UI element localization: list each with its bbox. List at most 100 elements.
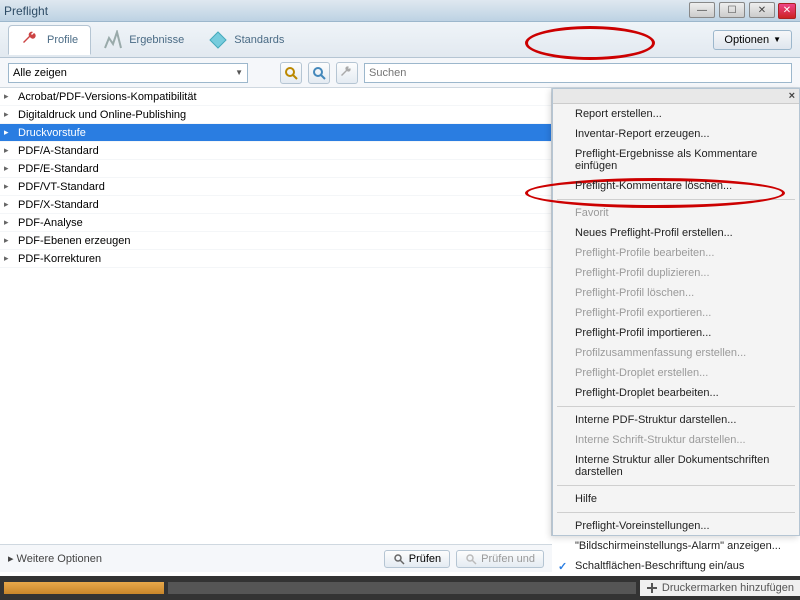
titlebar: Preflight ✕ bbox=[0, 0, 800, 22]
close-icon[interactable]: ✕ bbox=[778, 3, 796, 19]
options-menu: × Report erstellen... Inventar-Report erz… bbox=[552, 88, 800, 536]
menu-item-label: Preflight-Profil exportieren... bbox=[575, 307, 711, 319]
check-button[interactable]: Prüfen bbox=[384, 550, 450, 568]
menu-item[interactable]: Preflight-Droplet bearbeiten... bbox=[553, 383, 799, 403]
tree-row[interactable]: ▸ Acrobat/PDF-Versions-Kompatibilität bbox=[0, 88, 551, 106]
menu-item-label: Inventar-Report erzeugen... bbox=[575, 128, 710, 140]
menu-item-label: Favorit bbox=[575, 207, 609, 219]
menu-item[interactable]: Neues Preflight-Profil erstellen... bbox=[553, 223, 799, 243]
menu-item: Favorit bbox=[553, 203, 799, 223]
menu-item[interactable]: Preflight-Kommentare löschen... bbox=[553, 176, 799, 196]
menu-item-label: Interne Schrift-Struktur darstellen... bbox=[575, 434, 746, 446]
tree-row-label: PDF/VT-Standard bbox=[18, 181, 105, 193]
tree-row[interactable]: ▸ PDF/VT-Standard bbox=[0, 178, 551, 196]
menu-item[interactable]: Hilfe bbox=[553, 489, 799, 509]
tree-row-label: PDF-Ebenen erzeugen bbox=[18, 235, 131, 247]
results-icon bbox=[103, 30, 123, 50]
tree-row[interactable]: ▸ PDF/E-Standard bbox=[0, 160, 551, 178]
status-segment bbox=[4, 582, 164, 594]
menu-item-label: Hilfe bbox=[575, 493, 597, 505]
menu-item: Preflight-Profil exportieren... bbox=[553, 303, 799, 323]
tab-profile[interactable]: Profile bbox=[8, 25, 91, 55]
menu-item-label: Interne PDF-Struktur darstellen... bbox=[575, 414, 736, 426]
more-options-toggle[interactable]: ▸ Weitere Optionen bbox=[8, 552, 102, 565]
minimize-icon: — bbox=[689, 2, 715, 18]
filter-combo[interactable]: Alle zeigen ▼ bbox=[8, 63, 248, 83]
menu-item[interactable]: Preflight-Voreinstellungen... bbox=[553, 516, 799, 536]
menu-item-label: Report erstellen... bbox=[575, 108, 662, 120]
settings-button[interactable] bbox=[336, 62, 358, 84]
find2-button[interactable] bbox=[308, 62, 330, 84]
search-icon bbox=[393, 553, 405, 565]
chevron-right-icon: ▸ bbox=[4, 91, 14, 102]
menu-item-label: Preflight-Droplet erstellen... bbox=[575, 367, 708, 379]
chevron-right-icon: ▸ bbox=[4, 127, 14, 138]
menu-item[interactable]: Interne Struktur aller Dokumentschriften… bbox=[553, 450, 799, 482]
more-options-label: Weitere Optionen bbox=[17, 553, 102, 565]
tree-row[interactable]: ▸ PDF/A-Standard bbox=[0, 142, 551, 160]
search-input[interactable] bbox=[364, 63, 792, 83]
search-wrench-icon bbox=[465, 553, 477, 565]
tree-row[interactable]: ▸PDF/X-Standard bbox=[0, 196, 551, 214]
menu-item: Preflight-Droplet erstellen... bbox=[553, 363, 799, 383]
check-icon: ✓ bbox=[558, 560, 567, 573]
menu-item: Preflight-Profil löschen... bbox=[553, 283, 799, 303]
menu-item: Profilzusammenfassung erstellen... bbox=[553, 343, 799, 363]
menu-close-icon[interactable]: × bbox=[553, 89, 799, 104]
menu-item-label: Preflight-Droplet bearbeiten... bbox=[575, 387, 719, 399]
options-label: Optionen bbox=[724, 34, 769, 46]
menu-item-label: Preflight-Profil löschen... bbox=[575, 287, 694, 299]
tree-row[interactable]: ▸PDF-Analyse bbox=[0, 214, 551, 232]
tree-row-label: PDF/X-Standard bbox=[18, 199, 99, 211]
chevron-down-icon: ▼ bbox=[773, 35, 781, 44]
tree-row-label: PDF-Korrekturen bbox=[18, 253, 101, 265]
menu-item[interactable]: Preflight-Profil importieren... bbox=[553, 323, 799, 343]
tab-standards-label: Standards bbox=[234, 34, 284, 46]
menu-item[interactable]: "Bildschirmeinstellungs-Alarm" anzeigen.… bbox=[553, 536, 799, 556]
filter-value: Alle zeigen bbox=[13, 67, 67, 79]
tree-row-label: PDF/A-Standard bbox=[18, 145, 99, 157]
tree-row[interactable]: ▸ PDF-Ebenen erzeugen bbox=[0, 232, 551, 250]
chevron-right-icon: ▸ bbox=[4, 235, 14, 246]
check-fix-button[interactable]: Prüfen und bbox=[456, 550, 544, 568]
tree-row[interactable]: ▸Digitaldruck und Online-Publishing bbox=[0, 106, 551, 124]
maximize-icon: ☐ bbox=[719, 2, 745, 18]
tab-profile-label: Profile bbox=[47, 34, 78, 46]
tree-row-label: Druckvorstufe bbox=[18, 127, 86, 139]
check-label: Prüfen bbox=[409, 553, 441, 565]
toolbar: Alle zeigen ▼ bbox=[0, 58, 800, 88]
menu-item[interactable]: ✓Schaltflächen-Beschriftung ein/aus bbox=[553, 556, 799, 576]
menu-item[interactable]: Interne PDF-Struktur darstellen... bbox=[553, 410, 799, 430]
menu-item-label: Preflight-Profil duplizieren... bbox=[575, 267, 710, 279]
options-button[interactable]: Optionen ▼ bbox=[713, 30, 792, 50]
chevron-right-icon: ▸ bbox=[4, 163, 14, 174]
menu-item[interactable]: Report erstellen... bbox=[553, 104, 799, 124]
tree-row[interactable]: ▸PDF-Korrekturen bbox=[0, 250, 551, 268]
chevron-down-icon: ▼ bbox=[235, 68, 243, 77]
chevron-right-icon: ▸ bbox=[4, 145, 14, 156]
tree-row[interactable]: ▸ Druckvorstufe bbox=[0, 124, 551, 142]
printer-marks-button[interactable]: Druckermarken hinzufügen bbox=[640, 580, 800, 596]
tab-standards[interactable]: Standards bbox=[196, 26, 296, 54]
menu-item-label: Preflight-Ergebnisse als Kommentare einf… bbox=[575, 148, 757, 172]
menu-item[interactable]: Inventar-Report erzeugen... bbox=[553, 124, 799, 144]
menu-item[interactable]: Preflight-Ergebnisse als Kommentare einf… bbox=[553, 144, 799, 176]
tab-results[interactable]: Ergebnisse bbox=[91, 26, 196, 54]
tree-row-label: Acrobat/PDF-Versions-Kompatibilität bbox=[18, 91, 197, 103]
window-title: Preflight bbox=[4, 4, 48, 18]
menu-item-label: Profilzusammenfassung erstellen... bbox=[575, 347, 746, 359]
status-segment bbox=[168, 582, 636, 594]
tree-row-label: PDF/E-Standard bbox=[18, 163, 99, 175]
check-fix-label: Prüfen und bbox=[481, 553, 535, 565]
chevron-right-icon: ▸ bbox=[8, 552, 14, 565]
background-window-buttons: — ☐ ✕ bbox=[689, 2, 775, 18]
profile-tree[interactable]: ▸ Acrobat/PDF-Versions-Kompatibilität ▸Dig… bbox=[0, 88, 552, 536]
menu-item-label: Interne Struktur aller Dokumentschriften… bbox=[575, 454, 769, 478]
chevron-right-icon: ▸ bbox=[4, 181, 14, 192]
search-icon bbox=[284, 66, 298, 80]
tab-bar: Profile Ergebnisse Standards Optionen ▼ bbox=[0, 22, 800, 58]
search-icon bbox=[312, 66, 326, 80]
tab-results-label: Ergebnisse bbox=[129, 34, 184, 46]
find-button[interactable] bbox=[280, 62, 302, 84]
standards-icon bbox=[208, 30, 228, 50]
